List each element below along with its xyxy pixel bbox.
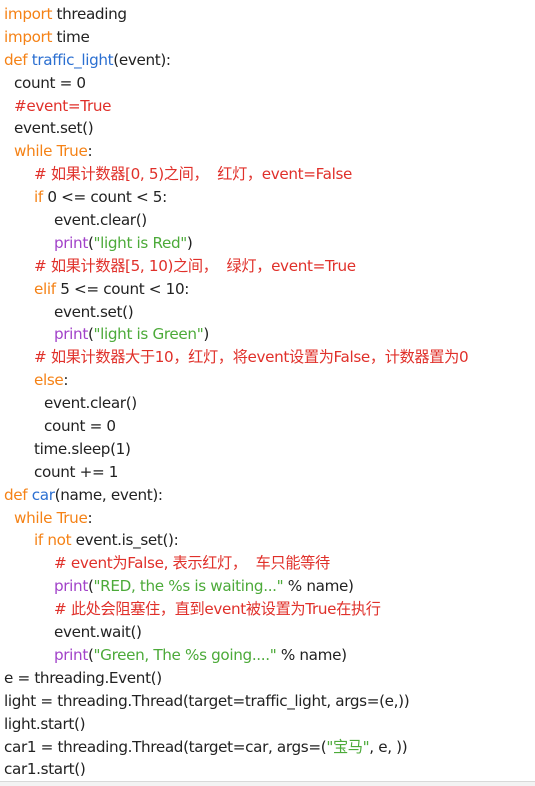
builtin-token: print: [54, 577, 88, 596]
comment-token: # 如果计数器大于10，红灯，将event设置为False，计数器置为0: [34, 348, 469, 367]
code-line: while True:: [0, 140, 535, 163]
code-token: event.wait(): [54, 623, 142, 642]
keyword-token: while: [14, 508, 53, 527]
code-line: # 如果计数器[0, 5)之间， 红灯，event=False: [0, 163, 535, 186]
code-token: ): [186, 233, 193, 252]
code-token: car1 = threading.Thread(target=car, args…: [4, 737, 327, 756]
string-token: "Green, The %s going....": [93, 645, 277, 664]
code-line: print("light is Green"): [0, 323, 535, 346]
keyword-token: def: [4, 485, 28, 504]
comment-token: # 如果计数器[5, 10)之间， 绿灯，event=True: [34, 256, 356, 275]
code-line: light = threading.Thread(target=traffic_…: [0, 690, 535, 713]
keyword-token: elif: [34, 279, 56, 298]
code-line: if not event.is_set():: [0, 529, 535, 552]
comment-token: # 此处会阻塞住，直到event被设置为True在执行: [54, 600, 381, 619]
code-line: light.start(): [0, 713, 535, 736]
code-token: % name): [276, 645, 347, 664]
builtin-token: print: [54, 233, 88, 252]
code-token: 0 <= count < 5:: [42, 188, 167, 207]
code-token: time.sleep(1): [34, 439, 131, 458]
code-token: event.clear(): [44, 394, 137, 413]
code-line: while True:: [0, 507, 535, 530]
builtin-token: print: [54, 645, 88, 664]
code-line: # 如果计数器[5, 10)之间， 绿灯，event=True: [0, 255, 535, 278]
code-token: car1.start(): [4, 760, 86, 779]
code-line: import threading: [0, 3, 535, 26]
keyword-token: def: [4, 50, 28, 69]
code-line: print("RED, the %s is waiting..." % name…: [0, 575, 535, 598]
code-line: import time: [0, 26, 535, 49]
comment-token: # event为False, 表示红灯， 车只能等待: [54, 554, 330, 573]
comment-token: #event=True: [14, 96, 112, 115]
code-line: event.set(): [0, 117, 535, 140]
string-token: "RED, the %s is waiting...": [93, 577, 284, 596]
code-line: #event=True: [0, 95, 535, 118]
code-token: :: [63, 371, 69, 390]
builtin-token: print: [54, 325, 88, 344]
code-token: count = 0: [44, 417, 116, 436]
code-line: # event为False, 表示红灯， 车只能等待: [0, 552, 535, 575]
code-line: print("light is Red"): [0, 232, 535, 255]
code-token: event.is_set():: [71, 531, 179, 550]
code-token: count += 1: [34, 462, 119, 481]
function-name-token: car: [31, 485, 55, 504]
code-line: print("Green, The %s going...." % name): [0, 644, 535, 667]
code-token: % name): [283, 577, 354, 596]
keyword-token: import: [4, 27, 53, 46]
code-line: car1.start(): [0, 758, 535, 781]
keyword-token: True: [56, 508, 88, 527]
comment-token: # 如果计数器[0, 5)之间， 红灯，event=False: [34, 165, 353, 184]
keyword-token: True: [56, 142, 88, 161]
code-token: event.set(): [54, 302, 134, 321]
string-token: "宝马": [326, 737, 370, 756]
code-line: def car(name, event):: [0, 484, 535, 507]
code-line: count = 0: [0, 72, 535, 95]
string-token: "light is Red": [93, 233, 188, 252]
keyword-token: not: [47, 531, 72, 550]
code-token: event.clear(): [54, 211, 147, 230]
code-line: event.clear(): [0, 209, 535, 232]
code-token: :: [87, 142, 93, 161]
code-token: 5 <= count < 10:: [55, 279, 190, 298]
keyword-token: if: [34, 531, 43, 550]
code-token: , e, )): [369, 737, 408, 756]
code-line: else:: [0, 369, 535, 392]
keyword-token: if: [34, 188, 43, 207]
code-line: def traffic_light(event):: [0, 49, 535, 72]
code-line: elif 5 <= count < 10:: [0, 278, 535, 301]
code-line: if 0 <= count < 5:: [0, 186, 535, 209]
code-token: time: [52, 27, 90, 46]
code-token: (event):: [113, 50, 171, 69]
code-line: count += 1: [0, 461, 535, 484]
code-token: count = 0: [14, 73, 86, 92]
code-token: event.set(): [14, 119, 94, 138]
code-line: event.wait(): [0, 621, 535, 644]
code-line: e = threading.Event(): [0, 667, 535, 690]
function-name-token: traffic_light: [31, 50, 114, 69]
keyword-token: while: [14, 142, 53, 161]
code-line: car1 = threading.Thread(target=car, args…: [0, 736, 535, 759]
code-token: threading: [52, 5, 127, 23]
code-token: (name, event):: [54, 485, 163, 504]
string-token: "light is Green": [93, 325, 204, 344]
code-token: light = threading.Thread(target=traffic_…: [4, 691, 410, 710]
code-token: e = threading.Event(): [4, 668, 162, 687]
code-line: # 此处会阻塞住，直到event被设置为True在执行: [0, 598, 535, 621]
code-line: # 如果计数器大于10，红灯，将event设置为False，计数器置为0: [0, 346, 535, 369]
code-line: event.clear(): [0, 392, 535, 415]
keyword-token: import: [4, 5, 53, 23]
bottom-divider: [0, 782, 535, 786]
keyword-token: else: [34, 371, 64, 390]
code-line: count = 0: [0, 415, 535, 438]
code-token: light.start(): [4, 714, 86, 733]
code-line: time.sleep(1): [0, 438, 535, 461]
code-token: ): [203, 325, 209, 344]
code-line: event.set(): [0, 301, 535, 324]
code-block: import threading import time def traffic_l…: [0, 0, 535, 782]
code-token: :: [87, 508, 93, 527]
